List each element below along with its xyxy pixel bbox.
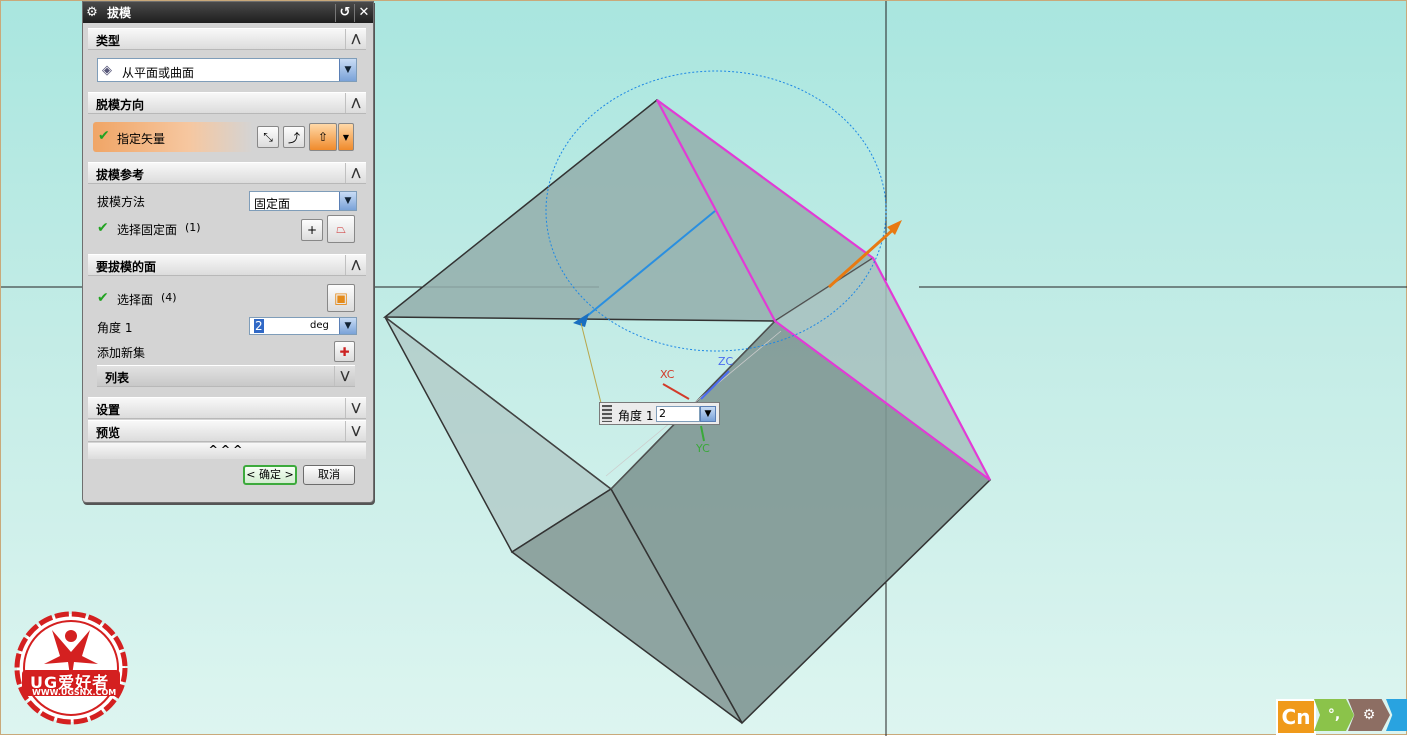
close-icon[interactable]: ✕ — [354, 3, 373, 22]
vector-type-dropdown[interactable]: ▼ — [338, 123, 354, 151]
angle-label: 角度 1 — [97, 321, 133, 335]
collapse-chevron-icon[interactable]: ⋀ — [345, 163, 366, 183]
expand-chevron-icon[interactable]: ⋁ — [334, 366, 355, 386]
add-new-set-button[interactable]: ✚ — [334, 341, 355, 362]
section-preview-header[interactable]: 预览 ⋁ — [88, 420, 366, 442]
check-icon: ✔ — [97, 220, 109, 236]
section-faces-header[interactable]: 要拔模的面 ⋀ — [88, 254, 366, 276]
more-options-toggle[interactable]: ^^^ — [88, 443, 366, 459]
chevron-down-icon[interactable]: ▼ — [339, 59, 356, 81]
drag-grip-icon[interactable] — [602, 405, 612, 422]
section-type-label: 类型 — [96, 34, 121, 48]
gear-icon[interactable]: ⚙ — [83, 5, 101, 20]
ime-toolbar[interactable]: Cn °, ⚙ — [1276, 697, 1407, 735]
section-direction-label: 脱模方向 — [96, 98, 145, 112]
section-reference-header[interactable]: 拔模参考 ⋀ — [88, 162, 366, 184]
ok-button[interactable]: < 确定 > — [243, 465, 297, 485]
vector-dialog-button[interactable]: ⤡ — [257, 126, 279, 148]
draft-dialog: ⚙ 拔模 ↺ ✕ 类型 ⋀ ◈ 从平面或曲面 ▼ 脱模方向 ⋀ ✔ 指定矢量 ⤡… — [82, 1, 374, 503]
dialog-title: 拔模 — [107, 6, 132, 20]
section-preview-label: 预览 — [96, 426, 121, 440]
select-face-button[interactable]: ▣ — [327, 284, 355, 312]
section-faces-label: 要拔模的面 — [96, 260, 157, 274]
select-face-label: 选择面 — [117, 293, 154, 307]
yc-label: YC — [695, 442, 710, 455]
floating-angle-input[interactable]: 角度 1 2 ▼ — [599, 402, 720, 425]
draft-method-combo[interactable]: 固定面 ▼ — [249, 191, 357, 211]
section-settings-header[interactable]: 设置 ⋁ — [88, 397, 366, 419]
float-angle-dropdown[interactable]: ▼ — [700, 406, 716, 422]
collapse-chevron-icon[interactable]: ⋀ — [345, 29, 366, 49]
section-direction-header[interactable]: 脱模方向 ⋀ — [88, 92, 366, 114]
dialog-titlebar[interactable]: ⚙ 拔模 ↺ ✕ — [83, 2, 373, 23]
axis-vector-icon: ⇧ — [317, 130, 329, 144]
logo-url: WWW.UGSNX.COM — [32, 688, 117, 697]
specify-vector-row[interactable]: ✔ 指定矢量 — [93, 122, 253, 152]
float-angle-field[interactable]: 2 — [656, 406, 700, 422]
ime-punct-toggle[interactable]: °, — [1314, 699, 1354, 731]
chevron-down-icon[interactable]: ▼ — [339, 192, 356, 210]
select-fixed-face-label: 选择固定面 — [117, 223, 178, 237]
cancel-button[interactable]: 取消 — [303, 465, 355, 485]
plane-surface-icon: ◈ — [102, 63, 112, 78]
specify-vector-label: 指定矢量 — [117, 132, 166, 146]
thin-yellow-line — [580, 322, 602, 404]
check-icon: ✔ — [98, 128, 110, 144]
ime-lang-toggle[interactable]: Cn — [1276, 699, 1316, 735]
expand-chevron-icon[interactable]: ⋁ — [345, 398, 366, 418]
add-face-button[interactable]: + — [301, 219, 323, 241]
reverse-icon: ⤴ — [287, 130, 300, 145]
collapse-chevron-icon[interactable]: ⋀ — [345, 255, 366, 275]
list-label: 列表 — [105, 371, 130, 385]
vector-type-button[interactable]: ⇧ — [309, 123, 337, 151]
xc-label: XC — [660, 368, 675, 381]
float-angle-label: 角度 1 — [618, 409, 654, 423]
fixed-face-count: (1) — [185, 221, 201, 234]
angle-unit: deg — [310, 320, 329, 331]
collapse-chevron-icon[interactable]: ⋀ — [345, 93, 366, 113]
reverse-direction-button[interactable]: ⤴ — [283, 126, 305, 148]
angle-field[interactable]: 2 deg ▼ — [249, 317, 357, 335]
plane-icon: ⏢ — [336, 221, 346, 236]
type-combo-value: 从平面或曲面 — [122, 66, 195, 80]
add-set-icon: ✚ — [339, 344, 350, 359]
reset-icon[interactable]: ↺ — [335, 3, 354, 22]
section-reference-label: 拔模参考 — [96, 168, 145, 182]
add-new-set-label: 添加新集 — [97, 346, 146, 360]
settings-icon[interactable]: ⚙ — [1348, 699, 1390, 731]
section-settings-label: 设置 — [96, 403, 121, 417]
add-icon: + — [306, 223, 318, 237]
ug-logo: UG爱好者 WWW.UGSNX.COM — [12, 608, 130, 726]
check-icon: ✔ — [97, 290, 109, 306]
type-combo[interactable]: ◈ 从平面或曲面 ▼ — [97, 58, 357, 82]
draft-method-label: 拔模方法 — [97, 195, 146, 209]
cube-icon: ▣ — [333, 289, 349, 307]
face-filter-button[interactable]: ⏢ — [327, 215, 355, 243]
chevron-down-icon: ▼ — [342, 132, 350, 142]
face-count: (4) — [161, 291, 177, 304]
section-type-header[interactable]: 类型 ⋀ — [88, 28, 366, 50]
face-top[interactable] — [382, 99, 875, 322]
chevron-down-icon[interactable]: ▼ — [339, 318, 356, 334]
vector-icon: ⤡ — [263, 129, 273, 144]
expand-chevron-icon[interactable]: ⋁ — [345, 421, 366, 441]
angle-value[interactable]: 2 — [254, 319, 264, 333]
list-header[interactable]: 列表 ⋁ — [97, 365, 355, 387]
logo-graphic — [14, 611, 128, 725]
triad-x — [662, 383, 690, 400]
zc-label: ZC — [718, 355, 734, 368]
draft-method-value: 固定面 — [254, 197, 291, 211]
